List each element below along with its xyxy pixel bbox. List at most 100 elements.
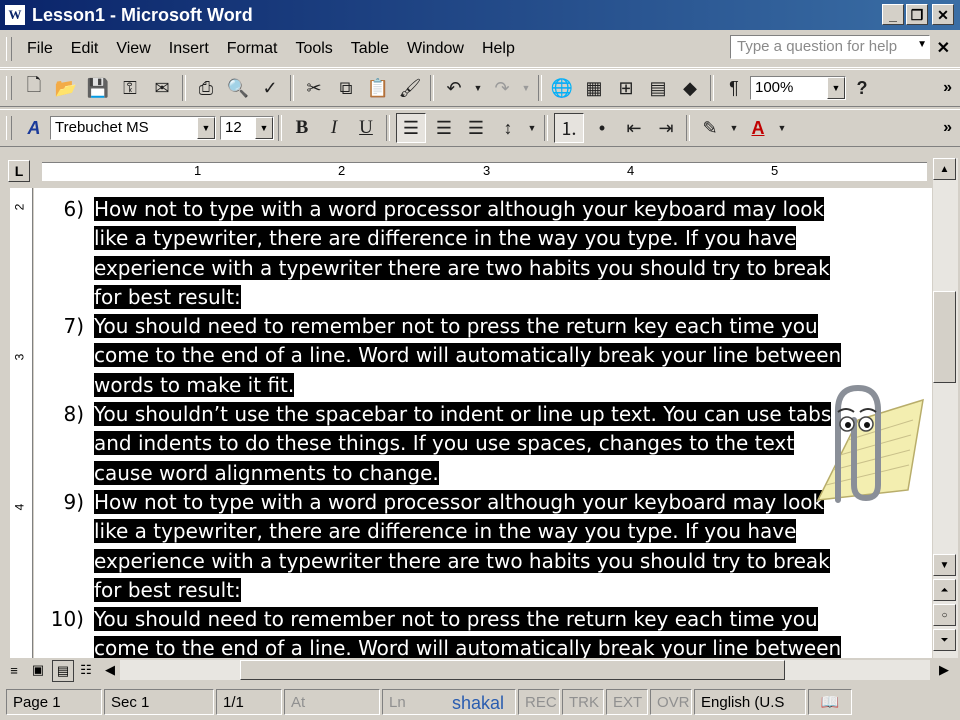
menu-file[interactable]: File (18, 40, 62, 58)
chevron-down-icon[interactable]: ▼ (728, 114, 740, 142)
toolbar-grip[interactable] (6, 76, 12, 100)
vertical-scrollbar[interactable]: ▲ ▼ ⏶ ○ ⏷ (933, 158, 958, 658)
menu-format[interactable]: Format (218, 40, 287, 58)
chevron-down-icon[interactable]: ▼ (827, 77, 845, 99)
text-line: words to make it fit. (94, 372, 295, 397)
print-icon[interactable]: ⎙ (192, 74, 220, 102)
status-ext[interactable]: EXT (606, 689, 648, 715)
chevron-down-icon[interactable]: ▼ (776, 114, 788, 142)
font-select[interactable]: Trebuchet MS ▼ (50, 116, 216, 140)
menu-help[interactable]: Help (473, 40, 524, 58)
close-button[interactable]: ✕ (932, 4, 954, 25)
toolbar-options-icon[interactable]: » (943, 119, 952, 137)
menu-window[interactable]: Window (398, 40, 473, 58)
status-pages: 1/1 (216, 689, 282, 715)
chevron-down-icon[interactable]: ▼ (197, 117, 215, 139)
tables-borders-icon[interactable]: ▦ (580, 74, 608, 102)
font-size-select[interactable]: 12 ▼ (220, 116, 274, 140)
menu-table[interactable]: Table (342, 40, 398, 58)
chevron-down-icon[interactable]: ▼ (472, 74, 484, 102)
chevron-down-icon[interactable]: ▼ (526, 114, 538, 142)
print-layout-icon[interactable]: ▤ (52, 660, 74, 682)
line-spacing-icon[interactable]: ↕ (494, 114, 522, 142)
align-left-icon[interactable]: ☰ (396, 113, 426, 143)
menu-view[interactable]: View (107, 40, 159, 58)
save-icon[interactable]: 💾 (84, 74, 112, 102)
font-color-icon[interactable]: A (744, 114, 772, 142)
status-page: Page 1 (6, 689, 102, 715)
vertical-ruler[interactable]: 2 3 4 (10, 188, 33, 658)
chevron-down-icon[interactable]: ▼ (255, 117, 273, 139)
ruler-strip[interactable]: 1 2 3 4 5 (42, 162, 927, 181)
paragraph-text[interactable]: You shouldn’t use the spacebar to indent… (94, 400, 916, 488)
paragraph-text[interactable]: How not to type with a word processor al… (94, 195, 916, 312)
permission-icon[interactable]: ⚿ (116, 74, 144, 102)
print-preview-icon[interactable]: 🔍 (224, 74, 252, 102)
decrease-indent-icon[interactable]: ⇤ (620, 114, 648, 142)
previous-page-icon[interactable]: ⏶ (933, 579, 956, 601)
tab-selector[interactable]: L (8, 160, 30, 182)
spelling-status-icon[interactable]: 📖 (808, 689, 852, 715)
undo-icon[interactable]: ↶ (440, 74, 468, 102)
restore-button[interactable]: ❐ (906, 4, 928, 25)
toolbar-grip[interactable] (6, 116, 12, 140)
bullets-icon[interactable]: • (588, 114, 616, 142)
paragraph-text[interactable]: How not to type with a word processor al… (94, 488, 916, 605)
justify-icon[interactable]: ☰ (462, 114, 490, 142)
web-layout-icon[interactable]: ▣ (28, 660, 48, 680)
chevron-down-icon[interactable]: ▼ (917, 39, 927, 50)
minimize-button[interactable]: _ (882, 4, 904, 25)
bold-icon[interactable]: B (288, 114, 316, 142)
increase-indent-icon[interactable]: ⇥ (652, 114, 680, 142)
highlight-icon[interactable]: ✎ (696, 114, 724, 142)
menu-tools[interactable]: Tools (286, 40, 341, 58)
format-painter-icon[interactable]: 🖌 (396, 74, 424, 102)
scroll-up-icon[interactable]: ▲ (933, 158, 956, 180)
cut-icon[interactable]: ✂ (300, 74, 328, 102)
normal-view-icon[interactable]: ≡ (4, 660, 24, 680)
close-document-button[interactable]: ✕ (937, 38, 950, 58)
outline-view-icon[interactable]: ☷ (76, 660, 96, 680)
vertical-scroll-thumb[interactable] (933, 291, 956, 383)
horizontal-scroll-thumb[interactable] (240, 660, 785, 680)
word-app-icon[interactable]: W (4, 4, 26, 26)
ruler-number: 2 (12, 203, 27, 211)
copy-icon[interactable]: ⧉ (332, 74, 360, 102)
help-icon[interactable]: ? (848, 74, 876, 102)
status-rec[interactable]: REC (518, 689, 560, 715)
spelling-icon[interactable]: ✓ (256, 74, 284, 102)
paste-icon[interactable]: 📋 (364, 74, 392, 102)
select-browse-object-icon[interactable]: ○ (933, 604, 956, 626)
insert-table-icon[interactable]: ⊞ (612, 74, 640, 102)
chevron-down-icon[interactable]: ▼ (520, 74, 532, 102)
redo-icon[interactable]: ↷ (488, 74, 516, 102)
align-center-icon[interactable]: ☰ (430, 114, 458, 142)
scroll-left-icon[interactable]: ◀ (100, 660, 120, 680)
email-icon[interactable]: ✉ (148, 74, 176, 102)
new-document-icon[interactable]: 🗋 (20, 74, 48, 102)
menu-insert[interactable]: Insert (160, 40, 218, 58)
scroll-right-icon[interactable]: ▶ (934, 660, 954, 680)
standard-toolbar: 🗋 📂 💾 ⚿ ✉ ⎙ 🔍 ✓ ✂ ⧉ 📋 🖌 ↶ ▼ ↷ ▼ 🌐 ▦ ⊞ ▤ … (0, 69, 960, 107)
status-ovr[interactable]: OVR (650, 689, 692, 715)
insert-excel-icon[interactable]: ▤ (644, 74, 672, 102)
open-folder-icon[interactable]: 📂 (52, 74, 80, 102)
zoom-select[interactable]: 100% ▼ (750, 76, 846, 100)
underline-icon[interactable]: U (352, 114, 380, 142)
ask-question-box[interactable]: Type a question for help ▼ (730, 35, 930, 59)
status-trk[interactable]: TRK (562, 689, 604, 715)
show-hide-icon[interactable]: ¶ (720, 74, 748, 102)
office-assistant-clippy[interactable] (798, 380, 930, 520)
next-page-icon[interactable]: ⏷ (933, 629, 956, 651)
paragraph-text[interactable]: You should need to remember not to press… (94, 605, 916, 658)
drawing-icon[interactable]: ◆ (676, 74, 704, 102)
hyperlink-icon[interactable]: 🌐 (548, 74, 576, 102)
menu-grip[interactable] (6, 36, 12, 61)
menu-edit[interactable]: Edit (62, 40, 108, 58)
numbering-icon[interactable]: ⒈ (554, 113, 584, 143)
scroll-down-icon[interactable]: ▼ (933, 554, 956, 576)
italic-icon[interactable]: I (320, 114, 348, 142)
styles-icon[interactable]: A (20, 114, 48, 142)
paragraph-text[interactable]: You should need to remember not to press… (94, 312, 916, 400)
toolbar-options-icon[interactable]: » (943, 79, 952, 97)
